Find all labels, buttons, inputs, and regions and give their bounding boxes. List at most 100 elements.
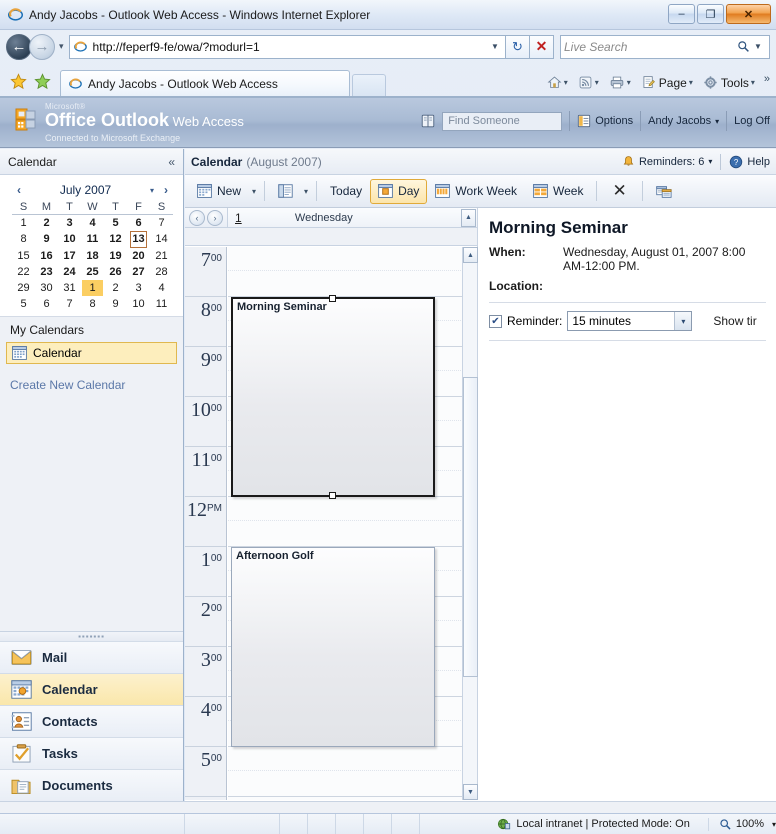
collapse-navigation-icon[interactable]: «: [168, 155, 175, 169]
next-day-button[interactable]: ›: [207, 209, 223, 226]
mini-calendar-day[interactable]: 2: [35, 215, 58, 231]
mini-calendar-day[interactable]: 7: [150, 215, 173, 231]
options-button[interactable]: Options: [577, 114, 633, 128]
sidebar-item-contacts[interactable]: Contacts: [0, 705, 183, 737]
mini-calendar-day[interactable]: 1: [81, 279, 104, 296]
resize-handle-top[interactable]: [329, 295, 336, 302]
mini-calendar-day[interactable]: 11: [81, 231, 104, 248]
mini-calendar-day[interactable]: 28: [150, 264, 173, 280]
home-caret-icon[interactable]: ▾: [564, 78, 568, 87]
navigation-resize-grip[interactable]: ▪▪▪▪▪▪▪: [0, 631, 183, 641]
time-slot-half[interactable]: [228, 497, 465, 521]
time-slot[interactable]: [228, 247, 465, 297]
mini-calendar-day[interactable]: 10: [127, 296, 150, 312]
mini-calendar-day[interactable]: 16: [35, 248, 58, 264]
mini-calendar-day[interactable]: 12: [104, 231, 127, 248]
time-slot-half[interactable]: [228, 247, 465, 271]
mini-calendar-day[interactable]: 11: [150, 296, 173, 312]
page-menu-button[interactable]: Page ▾: [638, 73, 700, 92]
find-someone-input[interactable]: Find Someone: [442, 111, 563, 131]
previous-day-button[interactable]: ‹: [189, 209, 205, 226]
print-caret-icon[interactable]: ▾: [627, 78, 631, 87]
mini-calendar-day[interactable]: 8: [81, 296, 104, 312]
recent-pages-caret-icon[interactable]: ▾: [59, 41, 64, 52]
mini-calendar-day[interactable]: 5: [104, 215, 127, 231]
command-overflow-icon[interactable]: »: [764, 73, 770, 85]
search-input[interactable]: Live Search: [564, 40, 737, 54]
appointment-slots[interactable]: Morning Seminar Afternoon Golf: [228, 247, 465, 800]
address-text[interactable]: http://feperf9-fe/owa/?modurl=1: [90, 40, 487, 54]
logoff-button[interactable]: Log Off: [734, 115, 770, 127]
tools-menu-button[interactable]: Tools ▾: [700, 73, 762, 92]
delete-button[interactable]: ✕: [602, 179, 636, 204]
scrollbar-down-button[interactable]: ▼: [463, 784, 478, 800]
add-favorite-icon[interactable]: [6, 69, 30, 93]
mini-calendar-day[interactable]: 23: [35, 264, 58, 280]
scrollbar-thumb[interactable]: [463, 377, 478, 677]
reading-pane-caret-icon[interactable]: ▾: [301, 187, 311, 196]
mini-calendar-day[interactable]: 14: [150, 231, 173, 248]
mini-calendar-day[interactable]: 18: [81, 248, 104, 264]
mini-calendar-day[interactable]: 31: [58, 280, 81, 296]
browser-tab[interactable]: Andy Jacobs - Outlook Web Access: [60, 70, 350, 96]
search-icon[interactable]: [737, 40, 750, 53]
zoom-caret-icon[interactable]: ▾: [772, 820, 776, 829]
resize-handle-bottom[interactable]: [329, 492, 336, 499]
new-appointment-caret-icon[interactable]: ▾: [249, 187, 259, 196]
reminder-select[interactable]: 15 minutes ▾: [567, 311, 693, 331]
work-week-view-button[interactable]: Work Week: [427, 179, 525, 204]
all-day-event-area[interactable]: [185, 228, 477, 246]
mini-calendar-day[interactable]: 30: [35, 280, 58, 296]
search-provider-caret-icon[interactable]: ▼: [750, 42, 766, 51]
mini-calendar-day[interactable]: 6: [127, 215, 150, 231]
close-button[interactable]: ✕: [726, 4, 771, 24]
mini-calendar-day[interactable]: 22: [12, 264, 35, 280]
day-view-button[interactable]: Day: [370, 178, 428, 204]
mini-calendar-day[interactable]: 3: [127, 280, 150, 296]
mini-calendar-day[interactable]: 9: [35, 231, 58, 248]
chevron-down-icon[interactable]: ▾: [674, 312, 692, 330]
day-view-scrollbar[interactable]: ▲ ▼: [462, 247, 478, 800]
print-button[interactable]: ▾: [606, 73, 638, 92]
zoom-control[interactable]: 100% ▾: [707, 817, 776, 831]
create-new-calendar-link[interactable]: Create New Calendar: [0, 364, 183, 392]
time-slot[interactable]: [228, 497, 465, 547]
calendar-list-item[interactable]: Calendar: [6, 341, 177, 364]
sidebar-item-tasks[interactable]: Tasks: [0, 737, 183, 769]
mini-calendar-day[interactable]: 7: [58, 296, 81, 312]
user-caret-icon[interactable]: ▾: [715, 117, 719, 126]
day-header[interactable]: 1 Wednesday ▲: [227, 208, 477, 227]
mini-calendar-day[interactable]: 17: [58, 248, 81, 264]
address-dropdown-icon[interactable]: ▼: [487, 42, 503, 51]
mini-calendar-day[interactable]: 25: [81, 264, 104, 280]
favorites-center-icon[interactable]: [30, 69, 54, 93]
reminders-button[interactable]: Reminders: 6: [639, 156, 704, 168]
mini-calendar-day[interactable]: 1: [12, 215, 35, 231]
mini-calendar-day[interactable]: 4: [150, 280, 173, 296]
mini-calendar-day[interactable]: 29: [12, 280, 35, 296]
maximize-button[interactable]: ❐: [697, 4, 724, 24]
time-slot-half[interactable]: [228, 747, 465, 771]
mini-calendar-day[interactable]: 20: [127, 248, 150, 264]
mini-calendar-day[interactable]: 6: [35, 296, 58, 312]
address-input[interactable]: http://feperf9-fe/owa/?modurl=1 ▼: [68, 34, 506, 59]
today-button[interactable]: Today: [322, 179, 370, 204]
address-book-icon[interactable]: [420, 113, 436, 129]
refresh-button[interactable]: ↻: [506, 34, 530, 59]
scroll-up-button[interactable]: ▲: [461, 208, 476, 227]
mini-calendar-day[interactable]: 10: [58, 231, 81, 248]
mini-calendar-day[interactable]: 9: [104, 296, 127, 312]
minimize-button[interactable]: –: [668, 4, 695, 24]
mini-calendar-day[interactable]: 5: [12, 296, 35, 312]
help-button[interactable]: Help: [747, 156, 770, 168]
mini-calendar-day[interactable]: 26: [104, 264, 127, 280]
mini-calendar-day[interactable]: 21: [150, 248, 173, 264]
mini-calendar-day[interactable]: 4: [81, 215, 104, 231]
new-tab-button[interactable]: [352, 74, 386, 96]
mini-calendar-month-caret-icon[interactable]: ▾: [145, 186, 159, 195]
sidebar-item-mail[interactable]: Mail: [0, 641, 183, 673]
stop-button[interactable]: ✕: [530, 34, 554, 59]
reminder-checkbox[interactable]: ✔: [489, 314, 502, 328]
sharing-view-button[interactable]: [648, 179, 680, 204]
sidebar-item-calendar[interactable]: Calendar: [0, 673, 183, 705]
